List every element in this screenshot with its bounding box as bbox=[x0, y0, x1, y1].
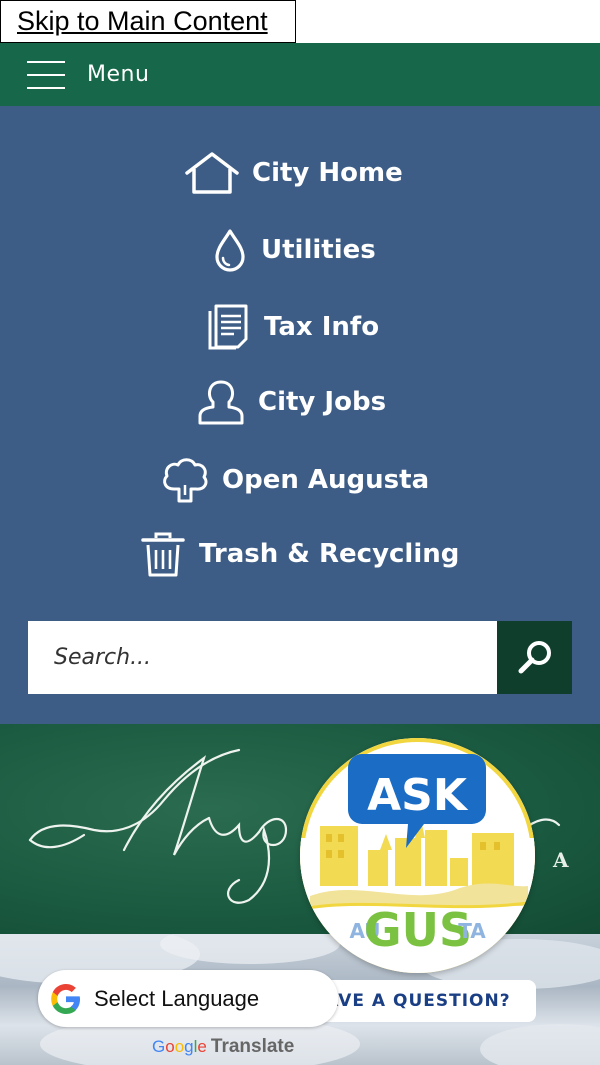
house-icon bbox=[185, 152, 239, 194]
water-drop-icon bbox=[215, 229, 245, 272]
person-icon bbox=[198, 380, 244, 425]
document-icon bbox=[208, 304, 248, 350]
search-icon bbox=[518, 640, 551, 673]
ask-gus-badge[interactable]: ASK AU GUS TA bbox=[300, 738, 535, 973]
nav-item-label: Tax Info bbox=[264, 312, 380, 342]
nav-item-trash-recycling[interactable]: Trash & Recycling bbox=[139, 530, 459, 578]
banner-letter: A bbox=[553, 848, 569, 872]
gus-text: GUS bbox=[364, 903, 472, 957]
tree-icon bbox=[163, 458, 208, 503]
skip-to-main-content-link[interactable]: Skip to Main Content bbox=[0, 0, 296, 43]
select-language-label: Select Language bbox=[94, 985, 260, 1011]
nav-item-city-home[interactable]: City Home bbox=[184, 151, 403, 195]
hamburger-icon[interactable] bbox=[27, 61, 65, 89]
nav-item-label: Utilities bbox=[261, 235, 376, 265]
ask-gus-logo: ASK AU GUS TA bbox=[300, 754, 535, 973]
nav-item-utilities[interactable]: Utilities bbox=[211, 227, 376, 273]
nav-item-label: Open Augusta bbox=[222, 465, 430, 495]
nav-item-city-jobs[interactable]: City Jobs bbox=[196, 378, 386, 426]
nav-item-label: Trash & Recycling bbox=[199, 539, 460, 569]
powered-by-google-translate: Google Translate bbox=[152, 1036, 294, 1058]
search-input[interactable] bbox=[28, 621, 497, 694]
select-language-dropdown[interactable]: Select Language bbox=[38, 970, 338, 1027]
search-button[interactable] bbox=[497, 621, 572, 694]
nav-item-label: City Home bbox=[252, 158, 403, 188]
ask-text: ASK bbox=[367, 770, 469, 821]
google-g-icon bbox=[51, 983, 80, 1014]
ta-text: TA bbox=[458, 919, 486, 943]
nav-item-open-augusta[interactable]: Open Augusta bbox=[160, 455, 429, 505]
nav-item-tax-info[interactable]: Tax Info bbox=[206, 303, 379, 351]
trash-icon bbox=[141, 532, 185, 577]
menu-toggle-label[interactable]: Menu bbox=[87, 62, 149, 87]
google-wordmark: Google bbox=[152, 1037, 207, 1056]
translate-label: Translate bbox=[210, 1036, 295, 1057]
nav-item-label: City Jobs bbox=[258, 387, 387, 417]
